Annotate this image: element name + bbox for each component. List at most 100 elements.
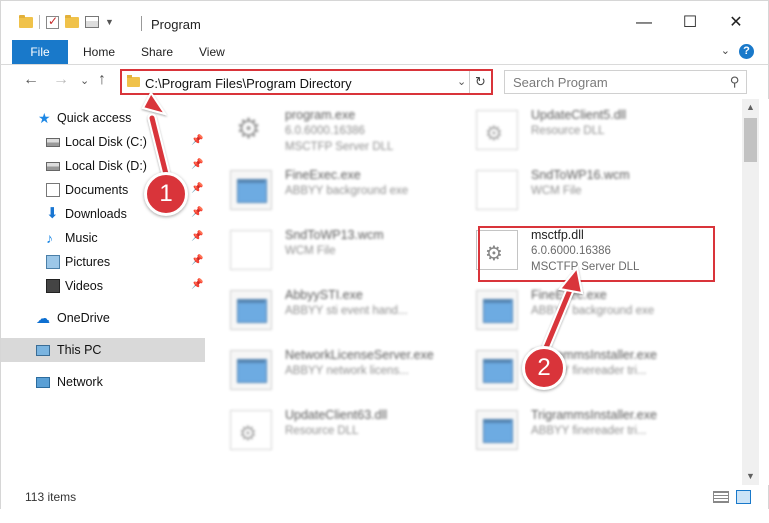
window-bottom-edge	[0, 509, 769, 523]
scroll-down-arrow-icon[interactable]: ▼	[742, 468, 759, 485]
quick-access-toolbar: ▼	[19, 14, 114, 29]
disk-icon	[46, 162, 60, 171]
file-description: WCM File	[531, 185, 582, 197]
sidebar-item-this-pc[interactable]: This PC	[1, 338, 206, 362]
scroll-up-arrow-icon[interactable]: ▲	[742, 99, 759, 116]
file-item-sndtowp16-wcm[interactable]: SndToWP16.wcm WCM File	[451, 162, 691, 218]
sidebar-item-label: Documents	[65, 183, 129, 197]
sidebar-item-network[interactable]: Network	[1, 370, 206, 394]
sidebar-item-label: Network	[57, 375, 103, 389]
wcm-file-icon	[476, 170, 518, 210]
exe-icon	[476, 350, 518, 390]
sidebar-item-label: Music	[65, 231, 98, 245]
file-description: ABBYY network licens...	[285, 365, 409, 377]
exe-icon	[230, 350, 272, 390]
ribbon: File Home Share View ⌄ ?	[0, 40, 769, 65]
file-item-fineexec-exe[interactable]: FineExec.exe ABBYY background exe	[205, 162, 445, 218]
pin-icon[interactable]: 📌	[191, 159, 203, 170]
file-item-updateclient5-dll[interactable]: UpdateClient5.dll Resource DLL	[451, 102, 691, 158]
tab-share[interactable]: Share	[127, 40, 187, 64]
forward-arrow-icon[interactable]: →	[53, 71, 69, 89]
file-item-trigrammsinstaller-exe-2[interactable]: TrigrammsInstaller.exe ABBYY finereader …	[451, 402, 691, 458]
customize-toolbar-chevron-icon[interactable]: ▼	[105, 17, 114, 27]
pin-icon[interactable]: 📌	[191, 183, 203, 194]
refresh-button[interactable]: ↻	[469, 71, 491, 93]
close-button[interactable]: ✕	[726, 13, 746, 33]
minimize-button[interactable]: —	[634, 13, 654, 33]
sidebar-item-pictures[interactable]: Pictures 📌	[1, 250, 206, 274]
up-arrow-icon[interactable]: ↑	[98, 71, 106, 89]
file-item-program-exe[interactable]: program.exe 6.0.6000.16386 MSCTFP Server…	[205, 102, 445, 158]
search-box[interactable]: Search Program ⚲	[504, 70, 747, 94]
recent-locations-chevron-icon[interactable]: ⌄	[80, 74, 89, 87]
title-divider	[141, 16, 142, 31]
tiles-view-icon[interactable]	[736, 490, 751, 504]
title-bar: ▼ Program — ☐ ✕	[0, 0, 769, 40]
file-item-networklicenseserver-exe[interactable]: NetworkLicenseServer.exe ABBYY network l…	[205, 342, 445, 398]
file-description: ABBYY finereader tri...	[531, 425, 647, 437]
music-icon: ♪	[46, 230, 53, 246]
file-highlight-box	[478, 226, 715, 282]
details-view-icon[interactable]	[713, 491, 729, 503]
dll-icon	[476, 110, 518, 150]
properties-icon[interactable]	[85, 16, 99, 28]
folder-icon[interactable]	[19, 14, 33, 28]
file-item-abbyysti-exe[interactable]: AbbyySTI.exe ABBYY sti event hand...	[205, 282, 445, 338]
file-item-sndtowp13-wcm[interactable]: SndToWP13.wcm WCM File	[205, 222, 445, 278]
file-description: MSCTFP Server DLL	[285, 141, 394, 153]
sidebar-item-music[interactable]: ♪ Music 📌	[1, 226, 206, 250]
pin-icon[interactable]: 📌	[191, 279, 203, 290]
exe-icon	[476, 410, 518, 450]
callout-badge-2: 2	[522, 346, 566, 390]
sidebar-item-label: Quick access	[57, 111, 132, 125]
sidebar-item-videos[interactable]: Videos 📌	[1, 274, 206, 298]
exe-icon	[476, 290, 518, 330]
help-icon[interactable]: ?	[739, 44, 754, 59]
pin-icon[interactable]: 📌	[191, 231, 203, 242]
file-description: ABBYY background exe	[531, 305, 655, 317]
file-item-trigrammsinstaller-exe[interactable]: TrigrammsInstaller.exe ABBYY finereader …	[451, 342, 691, 398]
onedrive-icon: ☁	[36, 310, 50, 326]
sidebar-item-label: Pictures	[65, 255, 111, 269]
file-item-updateclient63-dll[interactable]: UpdateClient63.dll Resource DLL	[205, 402, 445, 458]
address-dropdown-chevron-icon[interactable]: ⌄	[457, 75, 466, 88]
pin-icon[interactable]: 📌	[191, 207, 203, 218]
sidebar-item-local-disk-c[interactable]: Local Disk (C:) 📌	[1, 130, 206, 154]
documents-icon	[46, 183, 60, 197]
tab-file[interactable]: File	[12, 40, 68, 64]
file-description: Resource DLL	[531, 125, 605, 137]
pin-icon[interactable]: 📌	[191, 135, 203, 146]
sidebar-item-onedrive[interactable]: ☁ OneDrive	[1, 306, 206, 330]
expand-ribbon-chevron-icon[interactable]: ⌄	[721, 44, 730, 57]
file-name: SndToWP16.wcm	[531, 168, 630, 182]
file-name: NetworkLicenseServer.exe	[285, 348, 434, 362]
search-input[interactable]: Search Program	[513, 75, 608, 90]
file-name: FineExec.exe	[285, 168, 361, 182]
exe-icon	[230, 290, 272, 330]
search-icon: ⚲	[730, 74, 740, 89]
sidebar-item-label: Videos	[65, 279, 103, 293]
sidebar-item-quick-access[interactable]: ★ Quick access	[1, 106, 206, 130]
pictures-icon	[46, 255, 60, 269]
vertical-scrollbar[interactable]: ▲ ▼	[742, 99, 759, 485]
maximize-button[interactable]: ☐	[680, 13, 700, 33]
file-description: ABBYY background exe	[285, 185, 409, 197]
disk-icon	[46, 138, 60, 147]
properties-check-icon[interactable]	[46, 14, 59, 29]
toolbar-divider	[39, 15, 40, 29]
pin-icon[interactable]: 📌	[191, 255, 203, 266]
file-name: UpdateClient5.dll	[531, 108, 627, 122]
file-name: AbbyySTI.exe	[285, 288, 363, 302]
tab-view[interactable]: View	[185, 40, 239, 64]
new-folder-icon[interactable]	[65, 14, 79, 28]
item-count: 113 items	[25, 490, 77, 504]
sidebar-item-label: Downloads	[65, 207, 127, 221]
star-icon: ★	[38, 110, 51, 126]
tab-home[interactable]: Home	[69, 40, 129, 64]
back-arrow-icon[interactable]: ←	[23, 71, 39, 89]
file-item-fineexec-exe-2[interactable]: FineExec.exe ABBYY background exe	[451, 282, 691, 338]
scrollbar-thumb[interactable]	[744, 118, 757, 162]
address-bar[interactable]: C:\Program Files\Program Directory ⌄ ↻	[120, 69, 493, 95]
videos-icon	[46, 279, 60, 293]
address-path[interactable]: C:\Program Files\Program Directory	[145, 76, 352, 91]
